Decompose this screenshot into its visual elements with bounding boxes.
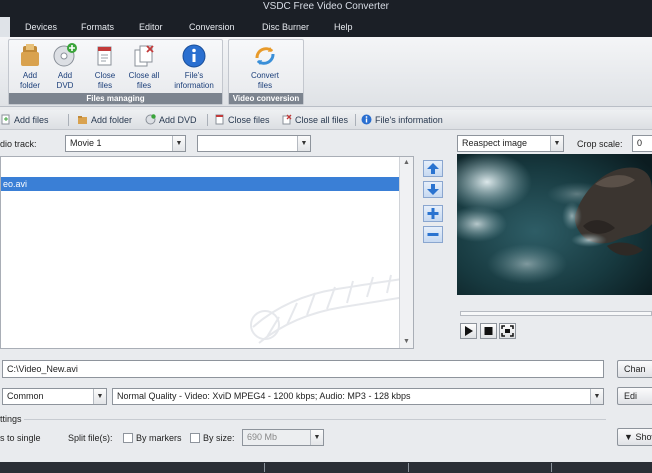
- chevron-down-icon: ▼: [550, 136, 563, 151]
- toolbar-add-folder[interactable]: Add folder: [77, 113, 132, 127]
- info-icon: [361, 114, 372, 125]
- audio-track-label: dio track:: [0, 139, 37, 149]
- by-markers-checkbox[interactable]: [123, 433, 133, 443]
- profile-category-select[interactable]: Common ▼: [2, 388, 107, 405]
- show-button[interactable]: ▼ Show: [617, 428, 652, 446]
- close-file-icon: [215, 114, 224, 125]
- seek-bar[interactable]: [460, 311, 652, 316]
- add-item-button[interactable]: [423, 205, 443, 222]
- preview-image: [457, 154, 652, 295]
- toolbar-close-files[interactable]: Close files: [214, 113, 270, 127]
- ribbon: Add folder Add DVD Close files Close all…: [0, 37, 652, 107]
- move-up-button[interactable]: [423, 160, 443, 177]
- menu-formats[interactable]: Formats: [81, 17, 114, 37]
- toolbar-separator: [355, 114, 356, 126]
- file-list-scrollbar[interactable]: ▲ ▼: [399, 157, 413, 348]
- menu-disc-burner[interactable]: Disc Burner: [262, 17, 309, 37]
- secondary-track-select[interactable]: ▼: [197, 135, 311, 152]
- ribbon-close-all-button[interactable]: Close all files: [124, 42, 164, 96]
- status-bar: [0, 462, 652, 473]
- folder-icon: [21, 44, 39, 66]
- toolbar-add-dvd[interactable]: Add DVD: [145, 113, 197, 127]
- video-conversion-label: Video conversion: [229, 93, 303, 104]
- minus-icon: [427, 233, 439, 236]
- chevron-down-icon: ▼: [93, 389, 106, 404]
- toolbar-separator: [207, 114, 208, 126]
- status-divider: [408, 463, 409, 472]
- edit-profile-button[interactable]: Edi: [617, 387, 652, 405]
- fullscreen-button[interactable]: [499, 323, 516, 339]
- ribbon-convert-button[interactable]: Convert files: [247, 42, 283, 96]
- ribbon-add-folder-button[interactable]: Add folder: [12, 42, 48, 96]
- files-managing-label: Files managing: [9, 93, 222, 104]
- play-button[interactable]: [460, 323, 477, 339]
- crop-scale-label: Crop scale:: [577, 139, 623, 149]
- scroll-down-icon[interactable]: ▼: [400, 336, 413, 348]
- title-bar: VSDC Free Video Converter: [0, 0, 652, 17]
- by-size-checkbox[interactable]: [190, 433, 200, 443]
- ribbon-file-info-button[interactable]: File's information: [172, 42, 216, 96]
- join-files-label: s to single: [0, 433, 41, 443]
- settings-label: ttings: [0, 414, 22, 424]
- info-icon: [182, 44, 206, 68]
- file-list-item[interactable]: eo.avi: [1, 177, 399, 191]
- settings-divider: [24, 419, 606, 420]
- by-size-label: By size:: [203, 433, 235, 443]
- output-path-input[interactable]: C:\Video_New.avi: [2, 360, 604, 378]
- folder-icon: [78, 116, 87, 124]
- ribbon-add-dvd-button[interactable]: Add DVD: [47, 42, 83, 96]
- convert-icon: [255, 47, 275, 65]
- status-divider: [264, 463, 265, 472]
- menu-devices[interactable]: Devices: [25, 17, 57, 37]
- status-divider: [551, 463, 552, 472]
- play-icon: [465, 326, 473, 336]
- scroll-up-icon[interactable]: ▲: [400, 157, 413, 169]
- video-conversion-group: Convert files Video conversion: [228, 39, 304, 105]
- window-title: VSDC Free Video Converter: [263, 1, 389, 12]
- arrow-down-icon: [427, 184, 439, 195]
- profile-select[interactable]: Normal Quality - Video: XviD MPEG4 - 120…: [112, 388, 604, 405]
- by-markers-label: By markers: [136, 433, 182, 443]
- plus-icon: [427, 208, 439, 219]
- chevron-down-icon: ▼: [590, 389, 603, 404]
- menu-help[interactable]: Help: [334, 17, 353, 37]
- menu-conversion[interactable]: Conversion: [189, 17, 235, 37]
- toolbar-separator: [68, 114, 69, 126]
- film-strip-watermark-icon: [250, 274, 406, 344]
- change-output-button[interactable]: Chan: [617, 360, 652, 378]
- stop-button[interactable]: [480, 323, 497, 339]
- menu-bar: Devices Formats Editor Conversion Disc B…: [0, 17, 652, 37]
- remove-item-button[interactable]: [423, 226, 443, 243]
- close-all-icon: [134, 45, 154, 67]
- move-down-button[interactable]: [423, 181, 443, 198]
- close-file-icon: [97, 46, 112, 66]
- menu-editor[interactable]: Editor: [139, 17, 163, 37]
- arrow-up-icon: [427, 163, 439, 174]
- dvd-icon: [53, 43, 77, 67]
- video-preview: [457, 154, 652, 295]
- files-managing-group: Add folder Add DVD Close files Close all…: [8, 39, 223, 105]
- close-all-icon: [282, 114, 292, 125]
- stop-icon: [484, 327, 493, 335]
- toolbar-close-all[interactable]: Close all files: [281, 113, 348, 127]
- file-list[interactable]: eo.avi ▲ ▼: [0, 156, 414, 349]
- add-files-icon: [1, 114, 10, 125]
- fullscreen-icon: [501, 325, 514, 337]
- dvd-icon: [145, 114, 156, 125]
- chevron-down-icon: ▼: [297, 136, 310, 151]
- ribbon-close-files-button[interactable]: Close files: [87, 42, 123, 96]
- audio-track-select[interactable]: Movie 1 ▼: [65, 135, 186, 152]
- split-files-label: Split file(s):: [68, 433, 113, 443]
- split-size-select[interactable]: 690 Mb ▼: [242, 429, 324, 446]
- chevron-down-icon: ▼: [310, 430, 323, 445]
- toolbar-add-files[interactable]: Add files: [0, 113, 49, 127]
- crop-scale-input[interactable]: 0: [632, 135, 652, 152]
- resize-mode-select[interactable]: Reaspect image ▼: [457, 135, 564, 152]
- triangle-down-icon: ▼: [624, 432, 633, 442]
- menu-home-tab[interactable]: [0, 17, 10, 37]
- quick-toolbar: Add files Add folder Add DVD Close files…: [0, 110, 652, 130]
- toolbar-file-info[interactable]: File's information: [361, 113, 443, 127]
- chevron-down-icon: ▼: [172, 136, 185, 151]
